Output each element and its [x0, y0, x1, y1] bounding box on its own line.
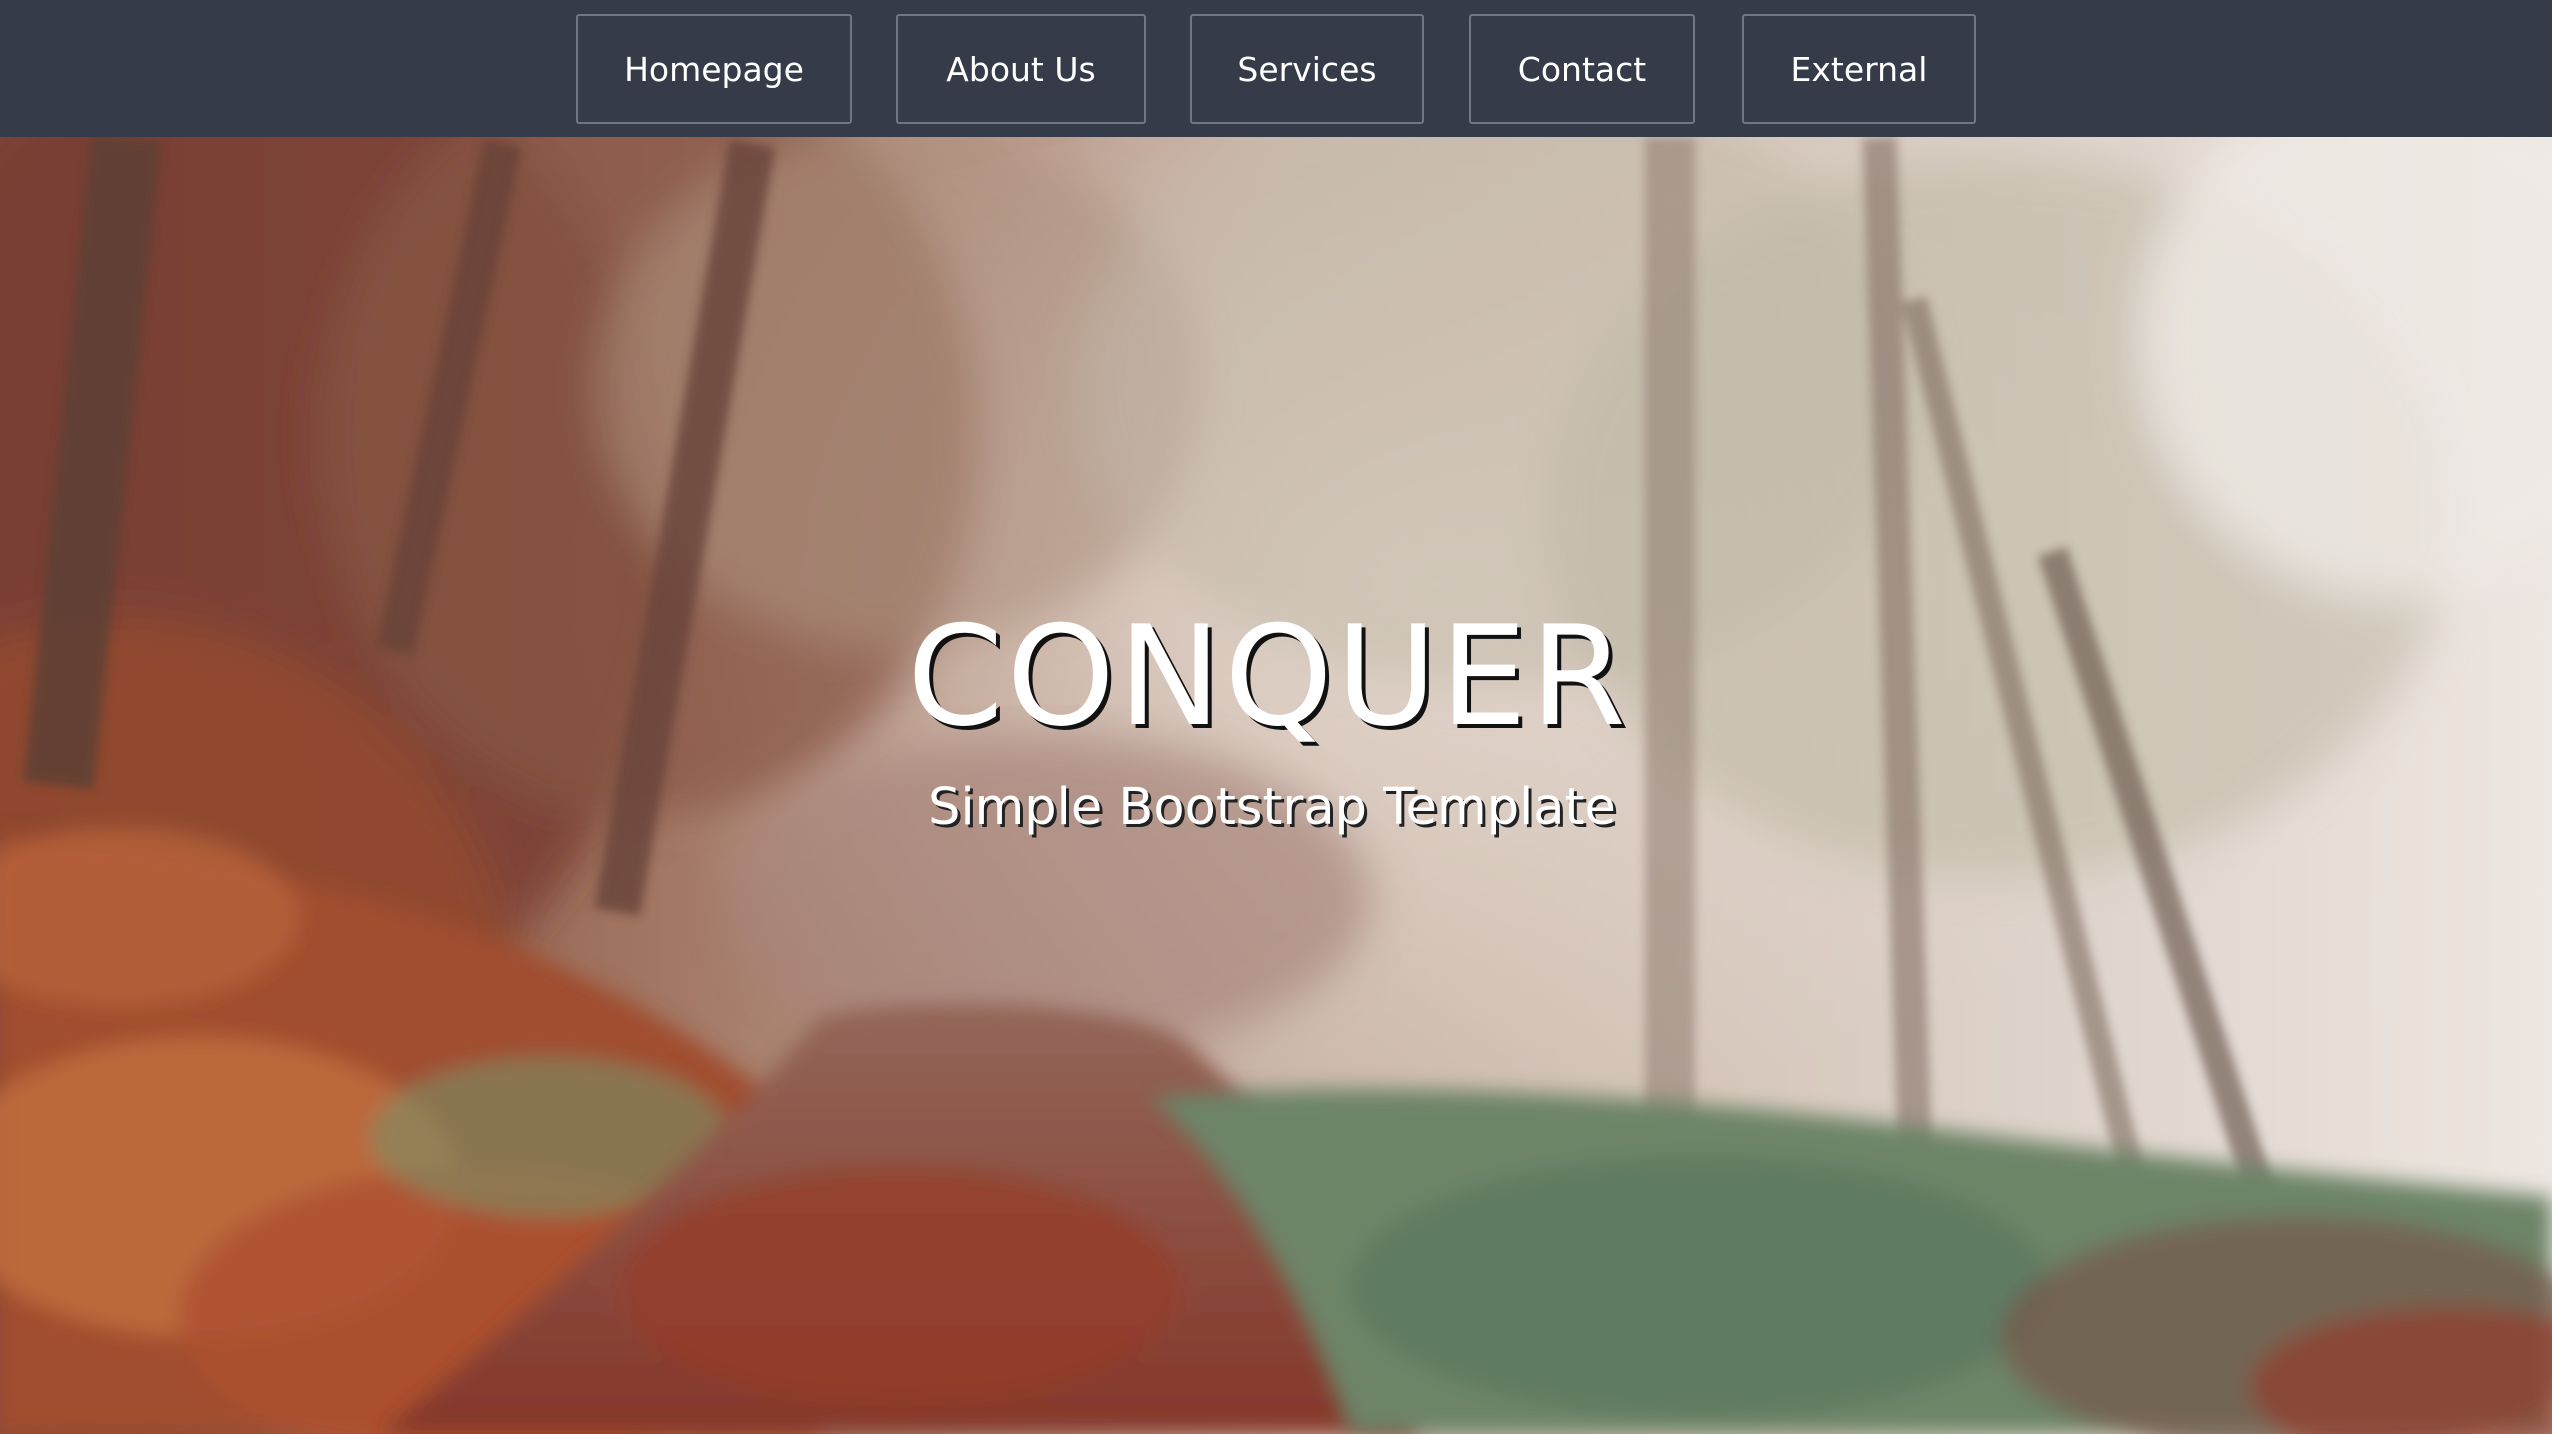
- top-navbar: Homepage About Us Services Contact Exter…: [0, 0, 2552, 137]
- nav-about-us-button[interactable]: About Us: [896, 14, 1146, 124]
- nav-services-button[interactable]: Services: [1190, 14, 1424, 124]
- hero-subtitle: Simple Bootstrap Template: [928, 778, 1616, 837]
- nav-external-button[interactable]: External: [1742, 14, 1976, 124]
- page: Homepage About Us Services Contact Exter…: [0, 0, 2552, 1434]
- hero-title: CONQUER: [907, 596, 1629, 757]
- nav-homepage-button[interactable]: Homepage: [576, 14, 852, 124]
- nav-contact-button[interactable]: Contact: [1469, 14, 1695, 124]
- hero-section: CONQUER Simple Bootstrap Template: [0, 137, 2552, 1434]
